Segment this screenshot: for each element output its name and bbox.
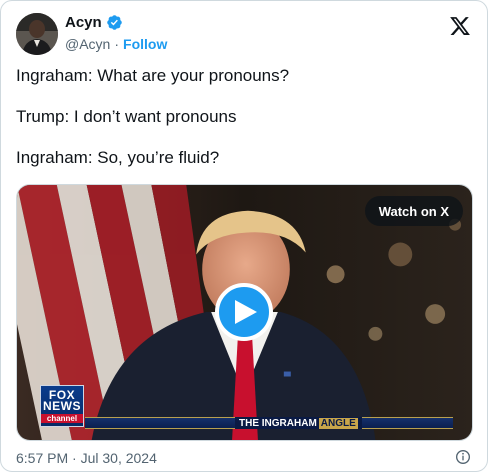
- network-logo: FOX NEWS channel: [40, 385, 84, 427]
- play-icon: [235, 300, 257, 324]
- tweet-card: Acyn @Acyn · Follow Ingraham: What are y…: [0, 0, 488, 472]
- tweet-line: Trump: I don’t want pronouns: [16, 107, 237, 126]
- show-title-suffix: ANGLE: [318, 417, 358, 429]
- separator-dot: ·: [114, 36, 120, 52]
- tweet-text: Ingraham: What are your pronouns? Trump:…: [16, 65, 476, 188]
- video-player[interactable]: Watch on X FOX NEWS channel THE INGRAHAM…: [16, 184, 473, 441]
- author-name-row: Acyn: [65, 14, 123, 31]
- avatar-image: [16, 13, 58, 55]
- network-logo-line2: NEWS: [43, 398, 81, 413]
- tweet-line: Ingraham: What are your pronouns?: [16, 66, 290, 85]
- lower-third-banner: THE INGRAHAM ANGLE: [85, 417, 453, 429]
- watch-on-x-button[interactable]: Watch on X: [364, 196, 463, 226]
- avatar[interactable]: [16, 13, 58, 55]
- play-button[interactable]: [215, 283, 273, 341]
- author-handle[interactable]: @Acyn: [65, 36, 110, 52]
- show-title: THE INGRAHAM ANGLE: [235, 417, 362, 429]
- follow-button[interactable]: Follow: [123, 36, 167, 52]
- info-icon[interactable]: [455, 449, 471, 465]
- x-logo-icon[interactable]: [449, 15, 471, 37]
- show-title-prefix: THE INGRAHAM: [239, 417, 317, 429]
- author-handle-row: @Acyn · Follow: [65, 36, 167, 52]
- verified-badge-icon: [106, 15, 122, 30]
- network-logo-line3: channel: [41, 413, 83, 423]
- author-display-name[interactable]: Acyn: [65, 14, 102, 31]
- timestamp[interactable]: 6:57 PM · Jul 30, 2024: [16, 450, 157, 466]
- tweet-line: Ingraham: So, you’re fluid?: [16, 148, 220, 167]
